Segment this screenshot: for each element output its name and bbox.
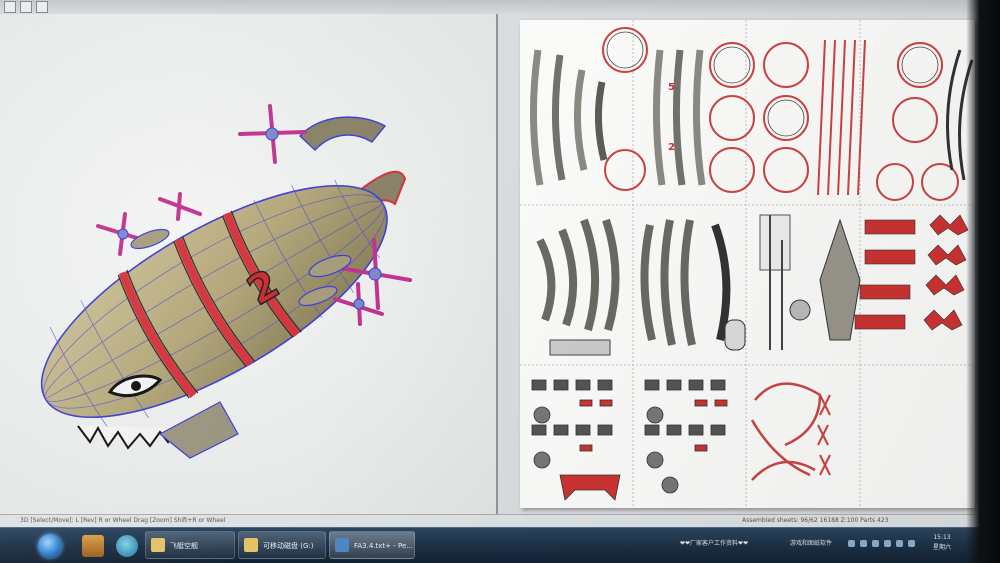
status-hint-text: 3D [Select/Move]: L [Rev] R or Wheel Dra… xyxy=(20,517,226,524)
toolbar-icon[interactable] xyxy=(36,1,48,13)
clock-day: 星期六 xyxy=(932,544,951,551)
windows-explorer-icon xyxy=(244,538,258,552)
network-icon[interactable] xyxy=(116,535,138,557)
tiny-parts xyxy=(531,379,728,501)
3d-model-view[interactable]: 2 xyxy=(0,14,498,514)
status-info-text: Assembled sheets: 96/62 16188 Z:100 Part… xyxy=(742,517,889,524)
red-tab-parts xyxy=(854,214,969,331)
taskbar-button-folder[interactable]: 飞艇空舰 xyxy=(145,531,235,559)
tray-app-label[interactable]: 游戏和图纸软件 xyxy=(790,538,832,547)
clock[interactable]: 15:13 星期六 xyxy=(922,533,962,553)
gondola xyxy=(158,401,239,459)
status-bar: 3D [Select/Move]: L [Rev] R or Wheel Dra… xyxy=(0,514,1000,527)
toolbar-icon[interactable] xyxy=(20,1,32,13)
tray-icon[interactable] xyxy=(848,540,855,547)
desktop-screen: 2 5 2 3D [Select/Move]: L [Rev] R or Whe… xyxy=(0,0,1000,563)
eye-pupil xyxy=(131,381,141,391)
taskbar-button-label: 飞艇空舰 xyxy=(170,542,198,550)
2d-unfold-view[interactable]: 5 2 xyxy=(498,14,1000,514)
clock-time: 15:13 xyxy=(933,534,951,541)
monitor-bezel xyxy=(966,0,1000,563)
toolbar-icon[interactable] xyxy=(4,1,16,13)
taskbar-button-drive[interactable]: 可移动磁盘 (G:) xyxy=(238,531,326,559)
taskbar-button-pepakura[interactable]: FA3.4.txt+ - Pe... xyxy=(329,531,415,559)
tray-icon[interactable] xyxy=(872,540,879,547)
hull-fan-parts xyxy=(536,218,731,346)
taskbar: 飞艇空舰 可移动磁盘 (G:) FA3.4.txt+ - Pe... ❤❤厂家客… xyxy=(0,527,1000,563)
taskbar-button-label: 可移动磁盘 (G:) xyxy=(263,542,314,550)
tray-icon[interactable] xyxy=(860,540,867,547)
svg-text:5: 5 xyxy=(668,82,675,93)
tray-icon[interactable] xyxy=(884,540,891,547)
volume-icon[interactable] xyxy=(896,540,903,547)
tray-folder-label[interactable]: ❤❤厂家客户工作资料❤❤ xyxy=(680,538,748,547)
pinned-app-icon[interactable] xyxy=(82,535,104,557)
shark-teeth xyxy=(77,425,176,450)
pattern-parts: 5 2 xyxy=(520,20,975,508)
taskbar-button-label: FA3.4.txt+ - Pe... xyxy=(354,542,413,550)
rod-parts xyxy=(817,39,866,196)
airship-3d-model: 2 xyxy=(40,104,412,459)
network-tray-icon[interactable] xyxy=(908,540,915,547)
arc-parts xyxy=(750,382,822,481)
toolbar-strip xyxy=(0,0,1000,15)
paper-pattern-sheet[interactable]: 5 2 xyxy=(520,20,975,508)
folder-icon xyxy=(151,538,165,552)
svg-text:2: 2 xyxy=(668,142,675,153)
start-orb-icon[interactable] xyxy=(38,534,62,558)
tail-fin xyxy=(299,116,387,151)
pepakura-icon xyxy=(335,538,349,552)
